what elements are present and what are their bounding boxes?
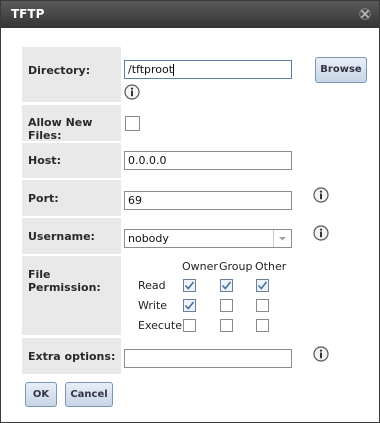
owner-column-header: Owner: [182, 260, 218, 273]
window-title: TFTP: [11, 7, 45, 21]
other-column-header: Other: [255, 260, 287, 273]
info-icon[interactable]: [313, 346, 329, 362]
directory-input[interactable]: /tftproot: [124, 60, 292, 79]
info-icon[interactable]: [313, 225, 329, 241]
host-label: Host:: [28, 154, 61, 167]
directory-value: /tftproot: [128, 63, 174, 76]
host-value: 0.0.0.0: [128, 154, 167, 167]
ok-button[interactable]: OK: [25, 382, 57, 407]
directory-label-cell: Directory:: [22, 47, 121, 102]
chevron-down-icon[interactable]: [273, 230, 291, 247]
port-label: Port:: [28, 192, 59, 205]
close-icon[interactable]: [359, 8, 371, 20]
allow-new-files-label-cell: Allow New Files:: [22, 105, 121, 142]
read-row-label: Read: [138, 279, 166, 292]
group-execute-checkbox[interactable]: [220, 319, 233, 332]
group-column-header: Group: [219, 260, 253, 273]
port-input[interactable]: 69: [124, 191, 292, 210]
other-execute-checkbox[interactable]: [256, 319, 269, 332]
cancel-button[interactable]: Cancel: [65, 382, 113, 407]
browse-button[interactable]: Browse: [315, 57, 367, 83]
port-value: 69: [128, 194, 142, 207]
file-permission-label: File Permission:: [28, 268, 101, 294]
owner-write-checkbox[interactable]: [183, 299, 196, 312]
host-label-cell: Host:: [22, 143, 121, 178]
extra-options-label: Extra options:: [28, 350, 116, 363]
username-select[interactable]: nobody: [124, 229, 292, 248]
allow-new-files-label: Allow New Files:: [28, 116, 93, 142]
group-write-checkbox[interactable]: [220, 299, 233, 312]
username-value: nobody: [128, 232, 169, 245]
execute-row-label: Execute: [138, 319, 182, 332]
other-write-checkbox[interactable]: [256, 299, 269, 312]
file-permission-label-cell: File Permission:: [22, 256, 121, 335]
host-input[interactable]: 0.0.0.0: [124, 151, 292, 170]
extra-options-label-cell: Extra options:: [22, 338, 121, 374]
owner-execute-checkbox[interactable]: [183, 319, 196, 332]
write-row-label: Write: [138, 299, 168, 312]
port-label-cell: Port:: [22, 180, 121, 216]
info-icon[interactable]: [124, 84, 140, 100]
info-icon[interactable]: [313, 187, 329, 203]
tftp-dialog: TFTP Directory: /tftproot Browse Allow N…: [0, 0, 380, 423]
directory-label: Directory:: [28, 64, 91, 77]
other-read-checkbox[interactable]: [256, 279, 269, 292]
allow-new-files-checkbox[interactable]: [125, 116, 140, 131]
title-bar[interactable]: TFTP: [1, 1, 379, 28]
owner-read-checkbox[interactable]: [183, 279, 196, 292]
group-read-checkbox[interactable]: [220, 279, 233, 292]
extra-options-input[interactable]: [124, 349, 292, 368]
username-label-cell: Username:: [22, 218, 121, 254]
username-label: Username:: [28, 230, 95, 243]
